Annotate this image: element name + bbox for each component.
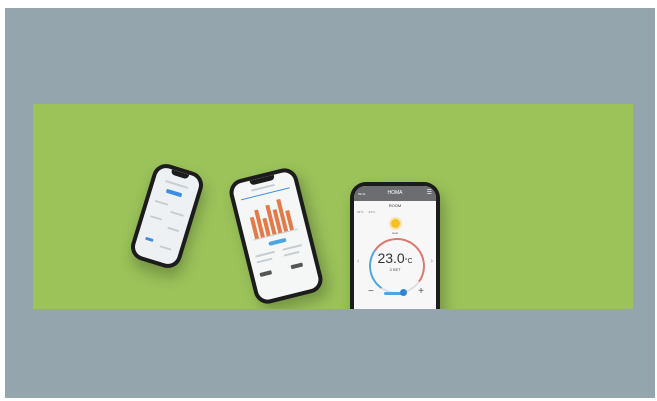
temperature-unit: °C <box>404 258 413 265</box>
temperature-value: 23.0 <box>377 250 405 266</box>
slider-knob[interactable] <box>400 289 407 296</box>
screen-line <box>283 250 300 257</box>
phone-screen-right: 09:41 HOMA ☰ ROOM 23°C 24°C Heat 23.0°C … <box>354 186 436 309</box>
screen-line <box>145 236 154 242</box>
screen-line <box>159 245 172 251</box>
sun-icon <box>391 219 400 228</box>
screen-line <box>167 226 180 233</box>
phone-mockup-middle <box>226 165 326 307</box>
increase-button[interactable]: + <box>418 286 424 297</box>
set-label: 3 SET <box>389 267 401 272</box>
screen-line <box>164 179 189 189</box>
chevron-right-icon[interactable]: › <box>431 258 433 265</box>
chart-toggle-button[interactable] <box>268 237 287 246</box>
screen-line <box>255 250 276 258</box>
phone-screen-left <box>132 165 202 267</box>
decrease-button[interactable]: − <box>368 286 374 297</box>
status-time: 09:41 <box>358 192 366 196</box>
indoor-temp: 23°C <box>357 210 364 214</box>
hero-banner: 09:41 HOMA ☰ ROOM 23°C 24°C Heat 23.0°C … <box>33 104 633 309</box>
phone-mockup-left <box>127 160 207 272</box>
screen-line <box>154 199 169 206</box>
phone-notch <box>170 169 189 180</box>
temperature-display: 23.0°C <box>354 250 436 268</box>
phone-screen-middle <box>231 170 321 302</box>
sensor-row: 23°C 24°C <box>357 210 433 214</box>
phone-mockup-right: 09:41 HOMA ☰ ROOM 23°C 24°C Heat 23.0°C … <box>350 182 440 309</box>
screen-line <box>256 257 273 264</box>
app-header: 09:41 HOMA ☰ <box>354 186 436 201</box>
energy-bar-chart <box>244 193 299 241</box>
energy-value <box>290 262 304 270</box>
energy-value <box>259 270 273 277</box>
screen-line <box>170 210 185 217</box>
chevron-left-icon[interactable]: ‹ <box>357 258 359 265</box>
menu-icon[interactable]: ☰ <box>427 186 432 201</box>
app-title: HOMA <box>387 190 403 196</box>
screen-line <box>251 183 275 192</box>
room-name: ROOM <box>388 203 402 208</box>
mode-label: Heat <box>391 231 399 235</box>
screen-line <box>149 215 163 221</box>
outdoor-temp: 24°C <box>368 210 376 214</box>
screen-line <box>282 244 303 251</box>
outer-frame: 09:41 HOMA ☰ ROOM 23°C 24°C Heat 23.0°C … <box>5 8 655 398</box>
signal-bars <box>165 188 183 198</box>
